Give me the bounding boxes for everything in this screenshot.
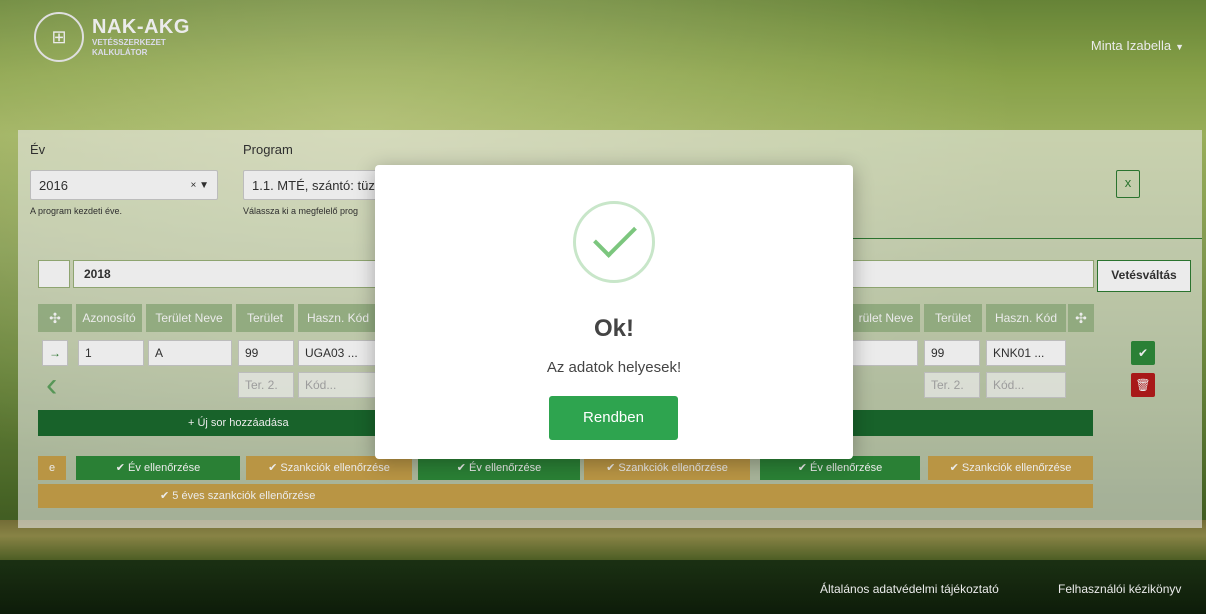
dialog-title: Ok! [593, 315, 634, 342]
check-circle-icon [573, 201, 655, 283]
ok-button[interactable]: Rendben [549, 396, 678, 440]
dialog-message: Az adatok helyesek! [546, 359, 682, 376]
success-dialog: Ok! Az adatok helyesek! Rendben [375, 165, 853, 459]
